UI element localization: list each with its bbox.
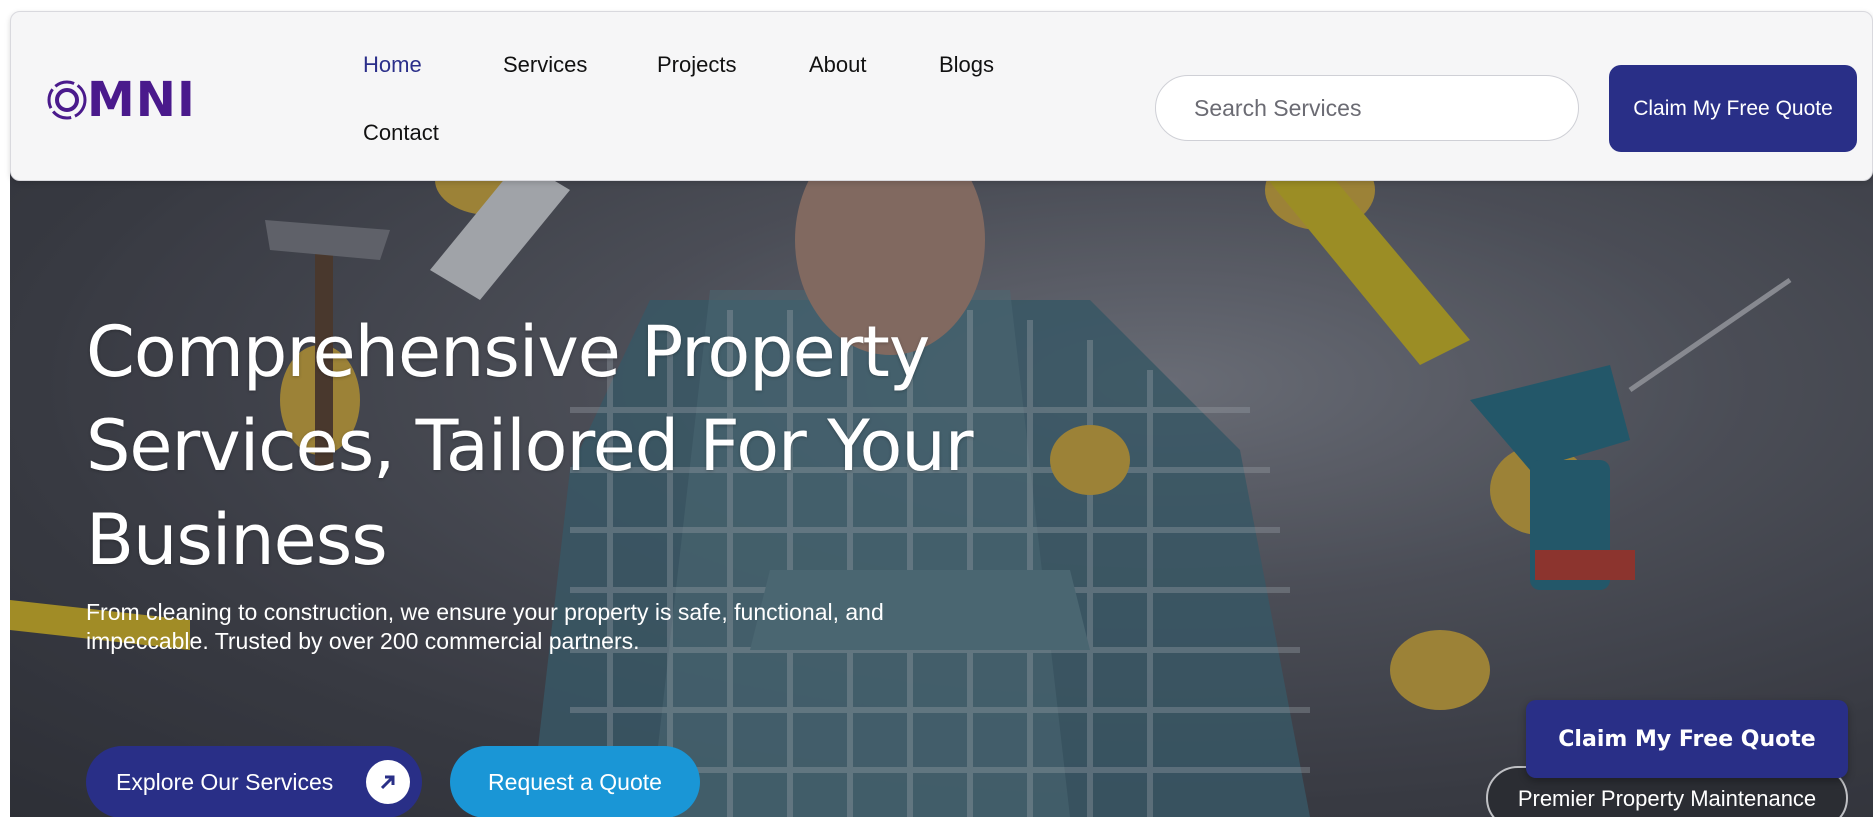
request-quote-button[interactable]: Request a Quote [450, 746, 700, 817]
logo-text: MNI [87, 72, 196, 128]
nav-contact[interactable]: Contact [363, 120, 439, 146]
nav-about[interactable]: About [809, 52, 867, 78]
nav-services[interactable]: Services [503, 52, 587, 78]
brand-logo[interactable]: MNI [45, 76, 196, 124]
hero-subtitle: From cleaning to construction, we ensure… [86, 599, 884, 654]
site-header: MNI Home Services Projects About Blogs C… [10, 11, 1873, 181]
claim-quote-button[interactable]: Claim My Free Quote [1609, 65, 1857, 152]
arrow-up-right-icon [366, 760, 410, 804]
logo-ring-icon [47, 80, 87, 120]
explore-services-button[interactable]: Explore Our Services [86, 746, 422, 817]
nav-blogs[interactable]: Blogs [939, 52, 994, 78]
nav-projects[interactable]: Projects [657, 52, 736, 78]
floating-claim-quote-button[interactable]: Claim My Free Quote [1526, 700, 1848, 778]
hero-title: Comprehensive Property Services, Tailore… [86, 311, 974, 581]
nav-home[interactable]: Home [363, 52, 422, 78]
explore-services-label: Explore Our Services [116, 768, 334, 795]
search-input[interactable] [1155, 75, 1579, 141]
